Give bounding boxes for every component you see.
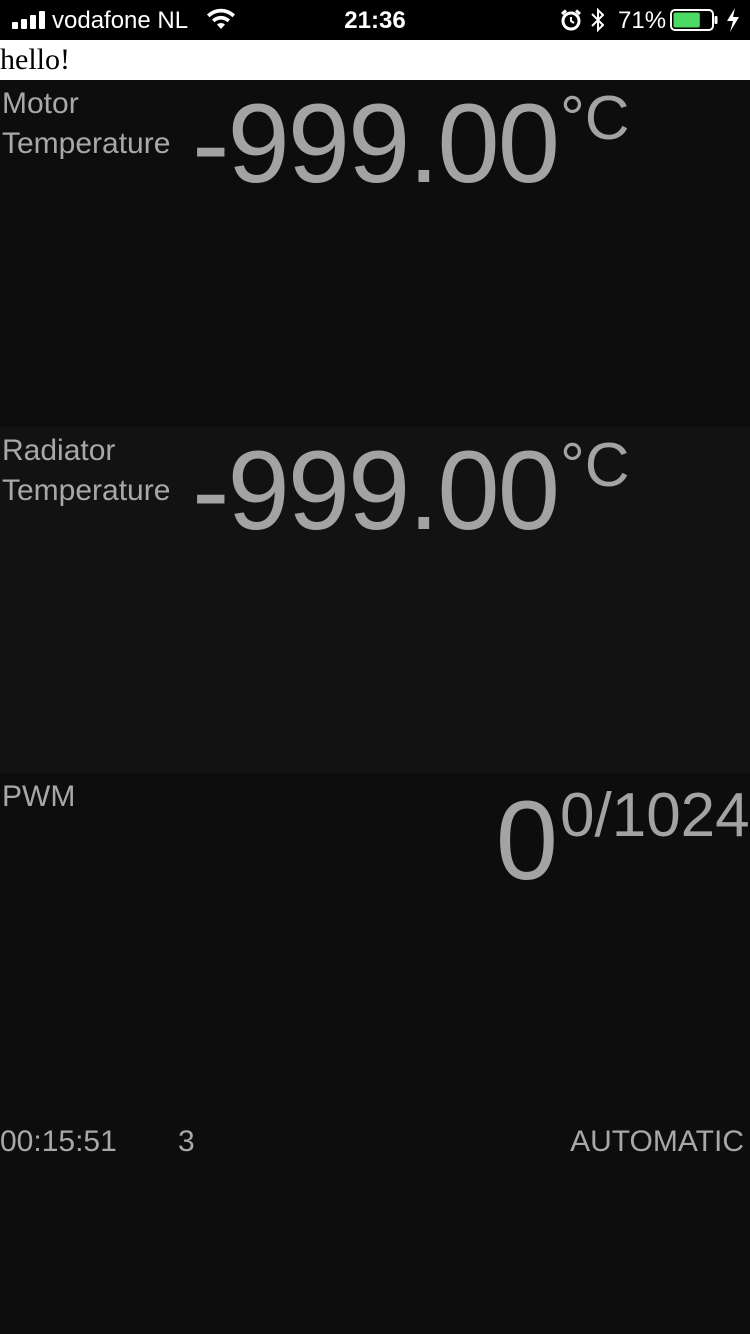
mode-text: AUTOMATIC (570, 1125, 744, 1158)
motor-label-line1: Motor (2, 87, 79, 120)
motor-temperature-value: -999.00 (192, 81, 560, 206)
greeting-bar: hello! (0, 40, 750, 80)
radiator-temperature-panel: Radiator Temperature -999.00 °C (0, 427, 750, 774)
battery-percent: 71% (618, 7, 667, 34)
footer-panel: 00:15:51 3 AUTOMATIC (0, 1120, 750, 1334)
alarm-icon (561, 9, 581, 31)
motor-temperature-label: Motor Temperature (2, 84, 170, 164)
radiator-label-line1: Radiator (2, 434, 116, 467)
greeting-text: hello! (0, 43, 70, 76)
uptime-text: 00:15:51 (0, 1125, 117, 1158)
battery-icon (670, 9, 718, 31)
radiator-label-line2: Temperature (2, 474, 171, 507)
pwm-value: 0 (495, 778, 558, 903)
pwm-label: PWM (2, 780, 76, 813)
motor-label-line2: Temperature (2, 127, 171, 160)
count-text: 3 (178, 1125, 195, 1158)
radiator-temperature-value: -999.00 (192, 428, 560, 553)
bluetooth-icon (591, 7, 605, 33)
radiator-temperature-unit: °C (560, 431, 630, 500)
motor-temperature-panel: Motor Temperature -999.00 °C (0, 80, 750, 427)
status-bar: vodafone NL 21:36 71% (0, 0, 750, 40)
pwm-max: 0/1024 (560, 781, 750, 850)
motor-temperature-unit: °C (560, 84, 630, 153)
radiator-temperature-label: Radiator Temperature (2, 431, 170, 511)
pwm-panel: PWM 0 0/1024 (0, 773, 750, 1120)
charging-bolt-icon (727, 8, 739, 32)
